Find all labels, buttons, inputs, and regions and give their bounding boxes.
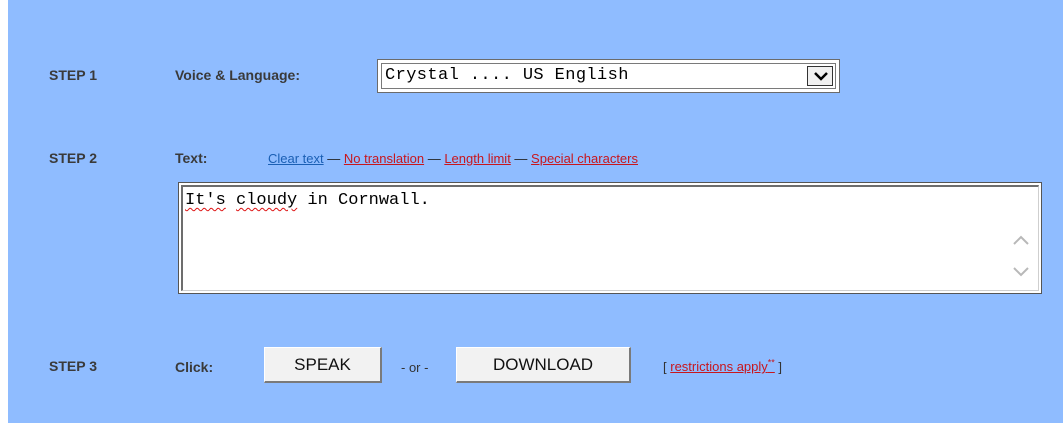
clear-text-link[interactable]: Clear text	[268, 151, 324, 166]
restrictions-note: [ restrictions apply** ]	[663, 358, 782, 374]
or-separator: - or -	[401, 360, 429, 375]
length-limit-link[interactable]: Length limit	[444, 151, 510, 166]
click-label: Click:	[175, 359, 214, 375]
text-label: Text:	[175, 150, 208, 166]
text-tools-links: Clear text — No translation — Length lim…	[268, 151, 638, 166]
step2-label: STEP 2	[49, 150, 97, 166]
restrictions-link-text: restrictions apply	[670, 359, 768, 375]
textarea-scrollbar[interactable]	[1009, 189, 1035, 287]
text-rest: in Cornwall.	[297, 191, 430, 210]
misspelled-word: It's	[185, 191, 226, 210]
restrictions-link[interactable]: restrictions apply**	[670, 358, 775, 375]
separator: —	[424, 151, 445, 166]
voice-language-label: Voice & Language:	[175, 67, 300, 83]
selected-voice: Crystal .... US English	[385, 66, 629, 85]
voice-language-select[interactable]: Crystal .... US English	[377, 59, 840, 93]
speak-button[interactable]: SPEAK	[264, 347, 382, 383]
chevron-down-icon[interactable]	[1013, 267, 1029, 277]
download-button[interactable]: DOWNLOAD	[456, 347, 631, 383]
misspelled-word: cloudy	[236, 191, 298, 210]
restrictions-mark: **	[767, 358, 775, 368]
separator: —	[323, 151, 344, 166]
chevron-down-icon[interactable]	[807, 66, 833, 86]
step3-label: STEP 3	[49, 358, 97, 374]
text-input-area[interactable]: It's cloudy in Cornwall.	[178, 182, 1042, 294]
no-translation-link[interactable]: No translation	[344, 151, 424, 166]
chevron-up-icon[interactable]	[1013, 235, 1029, 245]
bracket-close: ]	[774, 359, 783, 375]
text-input-value[interactable]: It's cloudy in Cornwall.	[185, 191, 430, 210]
step1-label: STEP 1	[49, 67, 97, 83]
tts-panel: STEP 1 Voice & Language: Crystal .... US…	[8, 0, 1063, 423]
separator: —	[510, 151, 532, 166]
special-characters-link[interactable]: Special characters	[531, 151, 638, 166]
